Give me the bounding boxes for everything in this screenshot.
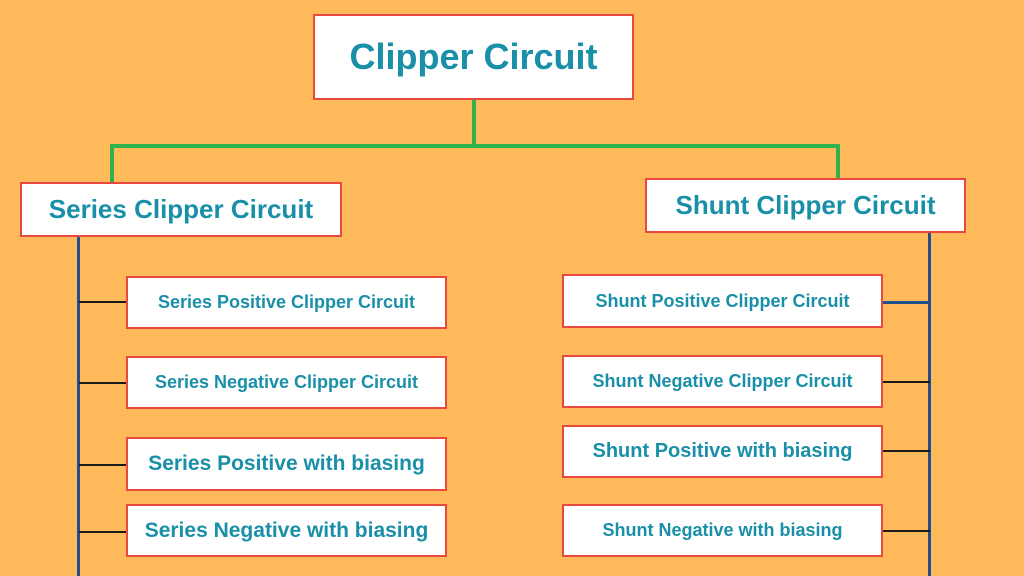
series-child-connector-2 [79,382,127,384]
shunt-branch-node: Shunt Clipper Circuit [645,178,966,233]
series-child-connector-4 [79,531,127,533]
shunt-leaf-label: Shunt Negative with biasing [602,520,843,540]
series-leaf-label: Series Negative Clipper Circuit [154,372,419,392]
shunt-leaf-node: Shunt Positive with biasing [562,425,883,478]
series-leaf-node: Series Negative Clipper Circuit [126,356,447,409]
series-leaf-label: Series Negative with biasing [144,518,429,542]
series-leaf-label: Series Positive Clipper Circuit [157,292,416,312]
root-node: Clipper Circuit [313,14,634,100]
shunt-trunk-line [928,232,931,576]
series-trunk-line [77,236,80,576]
shunt-leaf-label: Shunt Positive Clipper Circuit [595,290,850,311]
shunt-leaf-label: Shunt Negative Clipper Circuit [592,371,853,391]
shunt-leaf-label: Shunt Positive with biasing [592,440,853,462]
shunt-child-connector-1 [882,301,930,304]
series-connector-drop [110,144,114,184]
root-connector-vertical [472,99,476,146]
shunt-branch-label: Shunt Clipper Circuit [675,190,936,220]
shunt-child-connector-2 [882,381,930,383]
root-connector-horizontal [110,144,840,148]
series-child-connector-1 [79,301,127,303]
shunt-leaf-node: Shunt Negative Clipper Circuit [562,355,883,408]
series-leaf-node: Series Positive with biasing [126,437,447,491]
series-leaf-label: Series Positive with biasing [148,452,425,475]
series-leaf-node: Series Positive Clipper Circuit [126,276,447,329]
shunt-child-connector-3 [882,450,930,452]
shunt-leaf-node: Shunt Positive Clipper Circuit [562,274,883,328]
series-branch-node: Series Clipper Circuit [20,182,342,237]
shunt-child-connector-4 [882,530,930,532]
series-leaf-node: Series Negative with biasing [126,504,447,557]
shunt-leaf-node: Shunt Negative with biasing [562,504,883,557]
series-child-connector-3 [79,464,127,466]
shunt-connector-drop [836,144,840,180]
root-node-label: Clipper Circuit [349,36,598,77]
series-branch-label: Series Clipper Circuit [48,194,314,224]
